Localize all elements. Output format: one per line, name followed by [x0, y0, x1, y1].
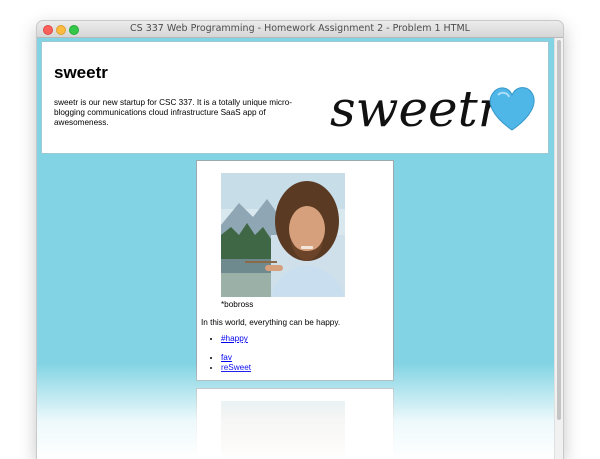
window-title: CS 337 Web Programming - Homework Assign…: [130, 23, 470, 34]
fav-link[interactable]: fav: [221, 353, 232, 362]
logo-text: sweetr: [330, 80, 505, 138]
scrollbar-thumb[interactable]: [557, 40, 561, 420]
post-message: In this world, everything can be happy.: [201, 318, 341, 327]
bob-ross-photo: [221, 173, 345, 297]
post-photo-reflection: [221, 401, 345, 459]
resweet-link[interactable]: reSweet: [221, 363, 251, 372]
page-viewport: sweetr sweetr is our new startup for CSC…: [37, 38, 563, 459]
vertical-scrollbar[interactable]: [554, 38, 563, 459]
hashtag-item: #happy: [221, 334, 248, 344]
site-title: sweetr: [54, 63, 108, 82]
sweet-post-reflection: [196, 388, 394, 459]
site-tagline: sweetr is our new startup for CSC 337. I…: [54, 98, 292, 127]
hashtag-list: #happy: [209, 334, 248, 344]
browser-window: CS 337 Web Programming - Homework Assign…: [37, 21, 563, 459]
action-item: reSweet: [221, 363, 251, 373]
action-item: fav: [221, 353, 251, 363]
title-bar: CS 337 Web Programming - Homework Assign…: [37, 21, 563, 38]
post-username: *bobross: [221, 300, 254, 309]
sweetr-logo: sweetr: [330, 80, 535, 138]
site-header: sweetr sweetr is our new startup for CSC…: [41, 41, 549, 154]
sweet-post: *bobross In this world, everything can b…: [196, 160, 394, 381]
post-actions: fav reSweet: [209, 353, 251, 373]
hashtag-link-happy[interactable]: #happy: [221, 334, 248, 343]
